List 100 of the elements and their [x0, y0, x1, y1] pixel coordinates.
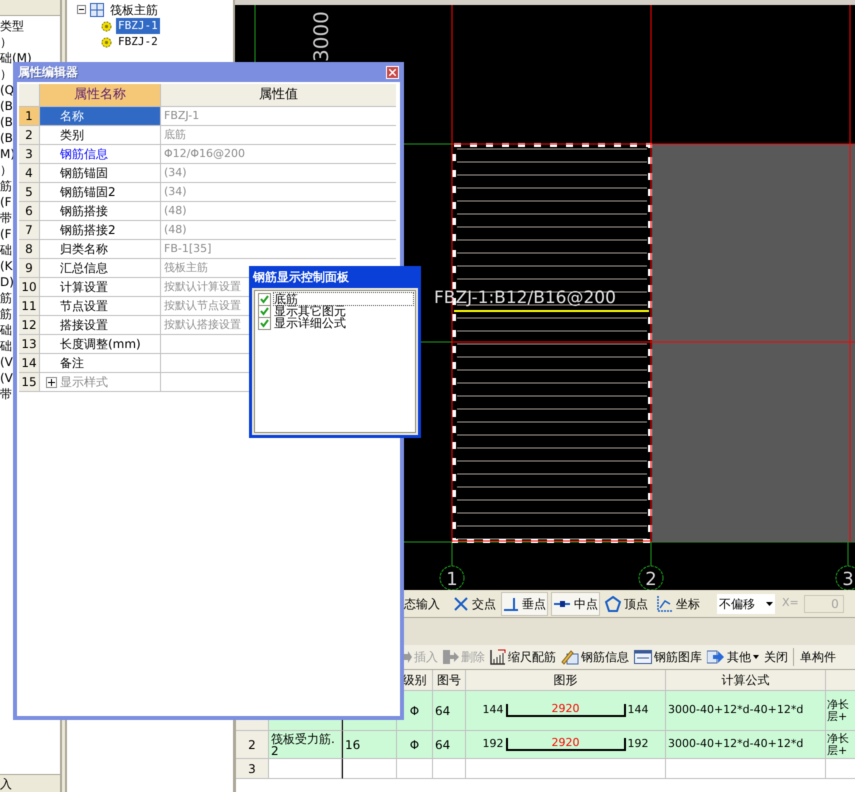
- side-panel-item[interactable]: (V: [0, 354, 13, 370]
- property-name: 显示样式: [60, 374, 108, 391]
- property-name: 名称: [60, 108, 84, 125]
- window-title: 属性编辑器: [18, 64, 78, 81]
- dimension-text: 3000: [309, 11, 333, 62]
- side-panel-item[interactable]: 筋: [0, 178, 12, 194]
- side-panel-item[interactable]: 础: [0, 322, 12, 338]
- side-panel-item[interactable]: 带: [0, 386, 12, 402]
- side-panel-item[interactable]: (B: [0, 130, 13, 146]
- property-name: 搭接设置: [60, 317, 108, 334]
- side-panel-item[interactable]: (F: [0, 194, 12, 210]
- side-panel-item[interactable]: D): [0, 274, 14, 290]
- cross-icon: [453, 596, 469, 612]
- snap-button[interactable]: 交点: [451, 592, 498, 616]
- row-number: 12: [19, 316, 40, 335]
- row-number: 14: [19, 354, 40, 373]
- row-number: 5: [19, 183, 40, 202]
- name-cell[interactable]: 钢筋搭接: [40, 202, 161, 221]
- snap-button[interactable]: 顶点: [603, 592, 650, 616]
- name-cell[interactable]: 钢筋信息: [40, 145, 161, 164]
- checkbox[interactable]: [258, 304, 271, 318]
- side-panel-item[interactable]: ）: [0, 34, 12, 50]
- property-name: 钢筋搭接: [60, 203, 108, 220]
- property-name: 归类名称: [60, 241, 108, 258]
- arrow-icon: [443, 650, 459, 664]
- column-header: 图形: [466, 670, 666, 691]
- column-header: 图号: [433, 670, 466, 691]
- perpendicular-icon: [503, 596, 519, 612]
- row-number: 3: [19, 145, 40, 164]
- pentagon-icon: [605, 596, 621, 612]
- side-panel-item[interactable]: 类型: [0, 18, 24, 34]
- hook-length: 144: [482, 702, 504, 718]
- checkbox[interactable]: [258, 316, 271, 330]
- name-cell[interactable]: 名称: [40, 107, 161, 126]
- name-cell[interactable]: 类别: [40, 126, 161, 145]
- property-name: 汇总信息: [60, 260, 108, 277]
- side-panel-item[interactable]: 础: [0, 338, 12, 354]
- close-button[interactable]: [386, 66, 399, 78]
- name-cell[interactable]: 钢筋搭接2: [40, 221, 161, 240]
- toolbar-button[interactable]: 钢筋信息: [561, 648, 629, 666]
- name-cell[interactable]: 汇总信息: [40, 259, 161, 278]
- row-number: 13: [19, 335, 40, 354]
- property-name: 类别: [60, 127, 84, 144]
- name-cell[interactable]: 计算设置: [40, 278, 161, 297]
- row-number: 7: [19, 221, 40, 240]
- hook-length: 144: [628, 702, 648, 718]
- side-panel-tab[interactable]: 入: [0, 774, 60, 792]
- ruler-icon: [490, 649, 506, 665]
- x-label: X=: [782, 595, 799, 612]
- table-cell: [433, 759, 466, 779]
- expand-toggle[interactable]: [46, 376, 57, 388]
- side-panel-item[interactable]: (K: [0, 258, 13, 274]
- side-panel-item[interactable]: (Q: [0, 82, 14, 98]
- snap-button[interactable]: 态输入: [402, 592, 442, 616]
- toolbar-button[interactable]: 缩尺配筋: [490, 648, 556, 666]
- snap-button[interactable]: 坐标: [653, 592, 702, 616]
- name-cell[interactable]: 归类名称: [40, 240, 161, 259]
- option-label[interactable]: 底筋: [274, 293, 413, 305]
- tree-item[interactable]: 筏板主筋: [108, 0, 160, 18]
- row-number: 1: [19, 107, 40, 126]
- midpoint-icon: [553, 598, 571, 608]
- snap-button[interactable]: 垂点: [501, 592, 548, 616]
- property-name: 钢筋锚固: [60, 165, 108, 182]
- toolbar-button[interactable]: 其他: [707, 648, 759, 666]
- gear-icon: [101, 20, 112, 32]
- side-panel-item[interactable]: (V: [0, 370, 13, 386]
- caret-icon: [753, 655, 759, 659]
- property-name: 计算设置: [60, 279, 108, 296]
- name-cell[interactable]: 钢筋锚固: [40, 164, 161, 183]
- name-cell[interactable]: 搭接设置: [40, 316, 161, 335]
- toolbar-button[interactable]: 钢筋图库: [634, 648, 702, 666]
- name-cell[interactable]: 节点设置: [40, 297, 161, 316]
- grid-icon: [90, 2, 104, 16]
- table-cell: [397, 759, 433, 779]
- panel-title: 钢筋显示控制面板: [253, 269, 349, 286]
- side-panel-item[interactable]: 带: [0, 210, 12, 226]
- side-panel-item[interactable]: (B: [0, 98, 13, 114]
- side-panel-item[interactable]: 础: [0, 242, 12, 258]
- toolbar-button[interactable]: 单构件: [793, 648, 836, 666]
- tree-item[interactable]: FBZJ-1: [116, 18, 160, 34]
- tree-item[interactable]: FBZJ-2: [116, 34, 160, 50]
- property-name: 钢筋搭接2: [60, 222, 116, 239]
- toolbar-button[interactable]: 关闭: [764, 648, 788, 666]
- side-panel-item[interactable]: ）: [0, 162, 12, 178]
- side-panel-item[interactable]: (F: [0, 226, 12, 242]
- option-label[interactable]: 显示详细公式: [274, 317, 346, 329]
- name-cell[interactable]: 长度调整(mm): [40, 335, 161, 354]
- side-panel-item[interactable]: (B: [0, 114, 13, 130]
- hook-length: 192: [482, 736, 504, 752]
- side-panel-item[interactable]: 筋: [0, 306, 12, 322]
- property-value[interactable]: 底筋: [161, 126, 396, 145]
- side-panel-item[interactable]: ）: [0, 66, 12, 82]
- side-panel-item[interactable]: 筋: [0, 290, 12, 306]
- option-label[interactable]: 显示其它图元: [274, 305, 346, 317]
- snap-button[interactable]: 中点: [551, 592, 600, 616]
- collapse-toggle[interactable]: [77, 5, 86, 14]
- name-cell[interactable]: 备注: [40, 354, 161, 373]
- offset-dropdown[interactable]: 不偏移: [717, 594, 775, 614]
- checkbox[interactable]: [258, 292, 271, 306]
- name-cell[interactable]: 钢筋锚固2: [40, 183, 161, 202]
